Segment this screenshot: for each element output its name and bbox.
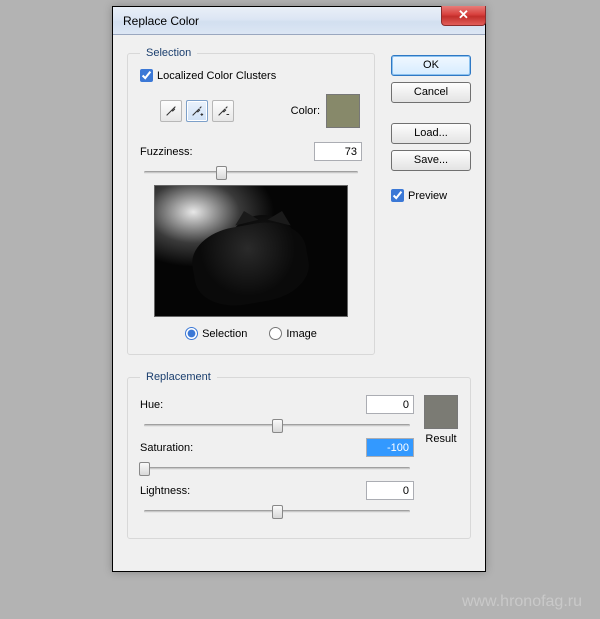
radio-image[interactable]: Image xyxy=(269,327,317,340)
ok-button[interactable]: OK xyxy=(391,55,471,76)
saturation-label: Saturation: xyxy=(140,442,193,454)
save-button[interactable]: Save... xyxy=(391,150,471,171)
result-label: Result xyxy=(425,433,456,445)
radio-selection[interactable]: Selection xyxy=(185,327,247,340)
selection-legend: Selection xyxy=(140,47,197,59)
radio-selection-input[interactable] xyxy=(185,327,198,340)
replacement-group: Replacement Hue: Saturation: xyxy=(127,371,471,539)
fuzziness-slider[interactable] xyxy=(144,165,358,179)
titlebar[interactable]: Replace Color ✕ xyxy=(113,7,485,35)
window-title: Replace Color xyxy=(123,14,199,28)
fuzziness-label: Fuzziness: xyxy=(140,146,193,158)
hue-label: Hue: xyxy=(140,399,163,411)
preview-checkbox[interactable]: Preview xyxy=(391,189,471,202)
lightness-label: Lightness: xyxy=(140,485,190,497)
result-swatch[interactable] xyxy=(424,395,458,429)
cancel-button[interactable]: Cancel xyxy=(391,82,471,103)
saturation-slider[interactable] xyxy=(144,461,410,475)
color-swatch[interactable] xyxy=(326,94,360,128)
lightness-slider[interactable] xyxy=(144,504,410,518)
fuzziness-input[interactable] xyxy=(314,142,362,161)
lightness-input[interactable] xyxy=(366,481,414,500)
radio-image-input[interactable] xyxy=(269,327,282,340)
selection-group: Selection Localized Color Clusters xyxy=(127,47,375,355)
replace-color-dialog: Replace Color ✕ Selection Localized Colo… xyxy=(112,6,486,572)
color-label: Color: xyxy=(291,105,320,117)
localized-clusters-label: Localized Color Clusters xyxy=(157,70,276,82)
hue-slider[interactable] xyxy=(144,418,410,432)
localized-clusters-checkbox[interactable] xyxy=(140,69,153,82)
eyedropper-toolbar xyxy=(160,100,234,122)
eyedropper-plus-icon[interactable] xyxy=(186,100,208,122)
hue-input[interactable] xyxy=(366,395,414,414)
saturation-input[interactable] xyxy=(366,438,414,457)
preview-checkbox-input[interactable] xyxy=(391,189,404,202)
eyedropper-icon[interactable] xyxy=(160,100,182,122)
watermark: www.hronofag.ru xyxy=(462,593,582,611)
replacement-legend: Replacement xyxy=(140,371,217,383)
load-button[interactable]: Load... xyxy=(391,123,471,144)
selection-preview xyxy=(154,185,348,317)
close-button[interactable]: ✕ xyxy=(441,6,486,26)
eyedropper-minus-icon[interactable] xyxy=(212,100,234,122)
